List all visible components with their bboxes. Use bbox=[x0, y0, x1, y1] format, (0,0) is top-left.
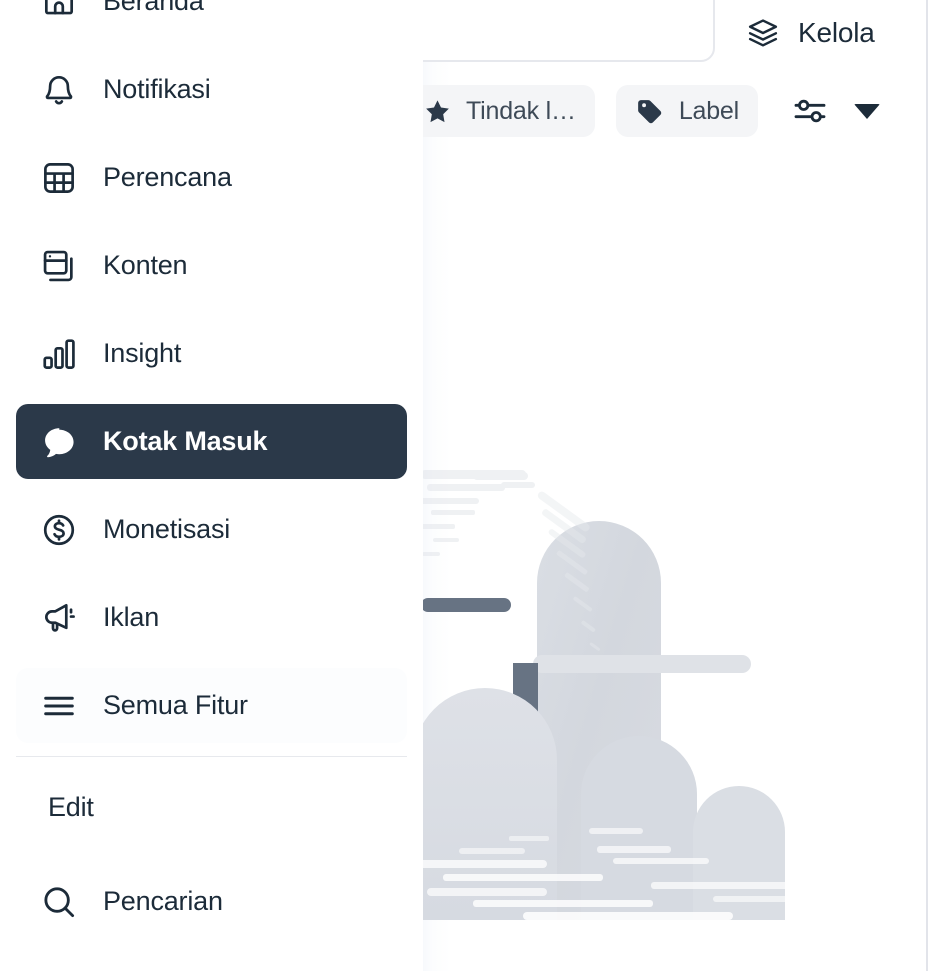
sidebar-item-notifikasi[interactable]: Notifikasi bbox=[16, 52, 407, 127]
bar-chart-icon bbox=[37, 332, 81, 376]
actions-label: Tindak l… bbox=[466, 96, 576, 125]
actions-button[interactable]: Tindak l… bbox=[423, 85, 595, 137]
sidebar-item-iklan[interactable]: Iklan bbox=[16, 580, 407, 655]
sidebar-search-label: Pencarian bbox=[103, 886, 223, 916]
home-icon bbox=[37, 0, 81, 24]
label-button-label: Label bbox=[678, 96, 739, 125]
sidebar-item-perencana[interactable]: Perencana bbox=[16, 140, 407, 215]
search-icon bbox=[37, 880, 81, 924]
layers-icon bbox=[743, 13, 783, 53]
sidebar-item-label: Perencana bbox=[103, 162, 232, 192]
inbox-toolbar: Tindak l… Label bbox=[423, 85, 884, 137]
star-icon bbox=[423, 96, 452, 126]
calendar-grid-icon bbox=[37, 156, 81, 200]
chat-bubble-icon bbox=[37, 420, 81, 464]
content-cards-icon bbox=[37, 244, 81, 288]
sidebar-item-label: Insight bbox=[103, 338, 182, 368]
empty-state-illustration bbox=[423, 450, 946, 920]
sidebar-item-konten[interactable]: Konten bbox=[16, 228, 407, 303]
sidebar-item-label: Monetisasi bbox=[103, 514, 231, 544]
tag-icon bbox=[635, 96, 665, 126]
hamburger-menu-icon bbox=[37, 684, 81, 728]
sidebar-item-insight[interactable]: Insight bbox=[16, 316, 407, 391]
sidebar-item-edit[interactable]: Edit bbox=[16, 770, 407, 844]
panel-right-divider bbox=[926, 0, 928, 971]
label-button[interactable]: Label bbox=[615, 85, 758, 137]
sidebar-item-label: Kotak Masuk bbox=[103, 426, 268, 456]
inbox-search-box[interactable] bbox=[423, 0, 715, 62]
inbox-screen: Beranda Notifikasi Perencana Konten Insi… bbox=[0, 0, 946, 971]
sidebar-item-label: Semua Fitur bbox=[103, 690, 248, 720]
sidebar-divider bbox=[16, 756, 407, 757]
sidebar-item-monetisasi[interactable]: Monetisasi bbox=[16, 492, 407, 567]
sidebar-nav-list: Beranda Notifikasi Perencana Konten Insi… bbox=[0, 0, 423, 939]
inbox-main-panel: Kelola Tindak l… Label bbox=[423, 0, 946, 971]
sidebar-edit-label: Edit bbox=[48, 791, 94, 822]
sidebar-item-label: Beranda bbox=[103, 0, 204, 16]
sidebar-item-beranda[interactable]: Beranda bbox=[16, 0, 407, 39]
sidebar-item-label: Notifikasi bbox=[103, 74, 211, 104]
manage-button[interactable]: Kelola bbox=[743, 8, 875, 58]
main-sidebar: Beranda Notifikasi Perencana Konten Insi… bbox=[0, 0, 423, 971]
dollar-circle-icon bbox=[37, 508, 81, 552]
sidebar-item-pencarian[interactable]: Pencarian bbox=[16, 864, 407, 939]
bell-icon bbox=[37, 68, 81, 112]
manage-label: Kelola bbox=[798, 17, 875, 48]
megaphone-icon bbox=[37, 596, 81, 640]
sidebar-item-semua-fitur[interactable]: Semua Fitur bbox=[16, 668, 407, 743]
sliders-icon[interactable] bbox=[788, 89, 832, 133]
sidebar-item-label: Iklan bbox=[103, 602, 160, 632]
caret-down-icon[interactable] bbox=[850, 94, 884, 128]
sidebar-item-label: Konten bbox=[103, 250, 188, 280]
sidebar-item-kotak-masuk[interactable]: Kotak Masuk bbox=[16, 404, 407, 479]
